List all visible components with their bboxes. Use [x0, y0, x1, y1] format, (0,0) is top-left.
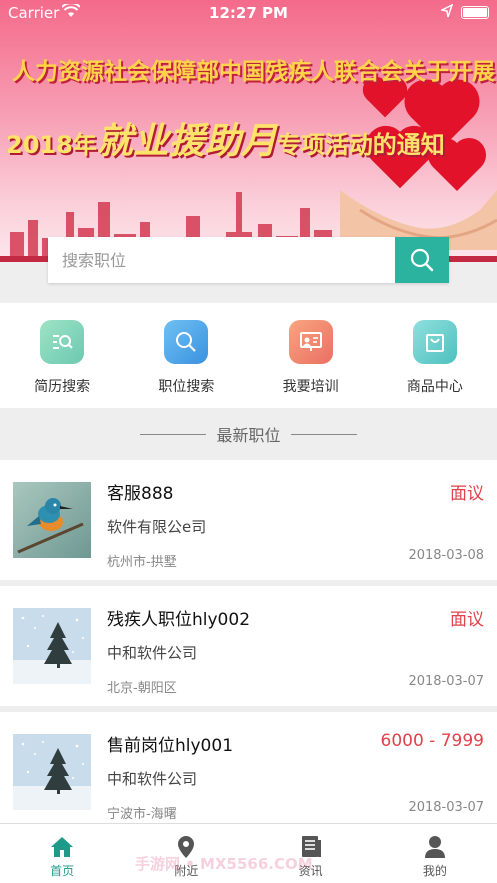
- search-button[interactable]: [395, 237, 449, 283]
- tab-news[interactable]: 资讯: [249, 824, 373, 883]
- job-thumbnail: [13, 608, 91, 684]
- company-name: 中和软件公司: [107, 770, 198, 788]
- job-list-item[interactable]: 客服888 软件有限公e司 杭州市-拱墅 面议 2018-03-08: [0, 460, 497, 580]
- quick-menu: 简历搜索 职位搜索 我要培训 商品中心: [0, 303, 497, 408]
- menu-item-label: 简历搜索: [34, 379, 91, 395]
- hands-graphic: [340, 190, 497, 250]
- location-pin-icon: [124, 834, 248, 860]
- news-icon: [249, 834, 373, 860]
- banner-headline-2: 2018年就业援助月专项活动的通知: [6, 112, 445, 164]
- search-icon: [410, 248, 434, 272]
- job-title: 客服888: [107, 484, 174, 504]
- battery-icon: [461, 6, 489, 19]
- salary-label: 6000 - 7999: [380, 731, 484, 751]
- tab-label: 我的: [422, 864, 447, 878]
- latest-jobs-heading: 最新职位: [0, 408, 497, 460]
- job-title: 残疾人职位hly002: [107, 610, 251, 630]
- menu-item-label: 我要培训: [282, 379, 339, 395]
- job-list-item[interactable]: 残疾人职位hly002 中和软件公司 北京-朝阳区 面议 2018-03-07: [0, 586, 497, 706]
- menu-item-label: 职位搜索: [158, 379, 215, 395]
- menu-item-resume-search[interactable]: 简历搜索: [0, 303, 124, 408]
- menu-item-label: 商品中心: [406, 379, 463, 395]
- salary-label: 面议: [450, 484, 484, 504]
- home-icon: [0, 834, 124, 860]
- banner-headline-1: 人力资源社会保障部中国残疾人联合会关于开展: [12, 59, 495, 85]
- job-location: 宁波市-海曙: [107, 807, 177, 822]
- salary-label: 面议: [450, 610, 484, 630]
- promo-banner[interactable]: 人力资源社会保障部中国残疾人联合会关于开展 2018年就业援助月专项活动的通知: [0, 0, 497, 262]
- menu-item-shop-center[interactable]: 商品中心: [373, 303, 497, 408]
- resume-search-icon: [40, 320, 85, 364]
- banner-year: 2018年: [6, 131, 97, 159]
- company-name: 软件有限公e司: [107, 518, 207, 536]
- menu-item-job-search[interactable]: 职位搜索: [124, 303, 248, 408]
- job-thumbnail: [13, 734, 91, 810]
- search-bar: [48, 237, 449, 283]
- job-location: 杭州市-拱墅: [107, 555, 177, 570]
- menu-item-training[interactable]: 我要培训: [249, 303, 373, 408]
- job-search-icon: [164, 320, 209, 364]
- banner-main-text: 就业援助月: [96, 121, 277, 162]
- banner-tail-text: 专项活动的通知: [276, 131, 445, 159]
- divider: [140, 433, 207, 435]
- bottom-tab-bar: 首页 附近 资讯 我的: [0, 823, 497, 883]
- company-name: 中和软件公司: [107, 644, 198, 662]
- tab-profile[interactable]: 我的: [373, 824, 497, 883]
- tab-label: 首页: [50, 864, 75, 878]
- tab-nearby[interactable]: 附近: [124, 824, 248, 883]
- tab-label: 附近: [174, 864, 199, 878]
- section-title: 最新职位: [216, 426, 281, 445]
- shopping-bag-icon: [412, 320, 457, 364]
- job-title: 售前岗位hly001: [107, 736, 234, 756]
- clock: 12:27 PM: [209, 4, 288, 22]
- post-date: 2018-03-07: [408, 800, 484, 815]
- job-location: 北京-朝阳区: [107, 681, 177, 696]
- profile-icon: [373, 834, 497, 860]
- training-icon: [288, 320, 333, 364]
- post-date: 2018-03-08: [408, 548, 484, 563]
- post-date: 2018-03-07: [408, 674, 484, 689]
- job-list-item[interactable]: 售前岗位hly001 中和软件公司 宁波市-海曙 6000 - 7999 201…: [0, 712, 497, 832]
- tab-home[interactable]: 首页: [0, 824, 124, 883]
- tab-label: 资讯: [298, 864, 323, 878]
- job-thumbnail: [13, 482, 91, 558]
- divider: [290, 433, 357, 435]
- location-arrow-icon: [439, 3, 454, 22]
- search-input[interactable]: [48, 237, 395, 283]
- status-bar: Carrier 12:27 PM: [0, 0, 497, 26]
